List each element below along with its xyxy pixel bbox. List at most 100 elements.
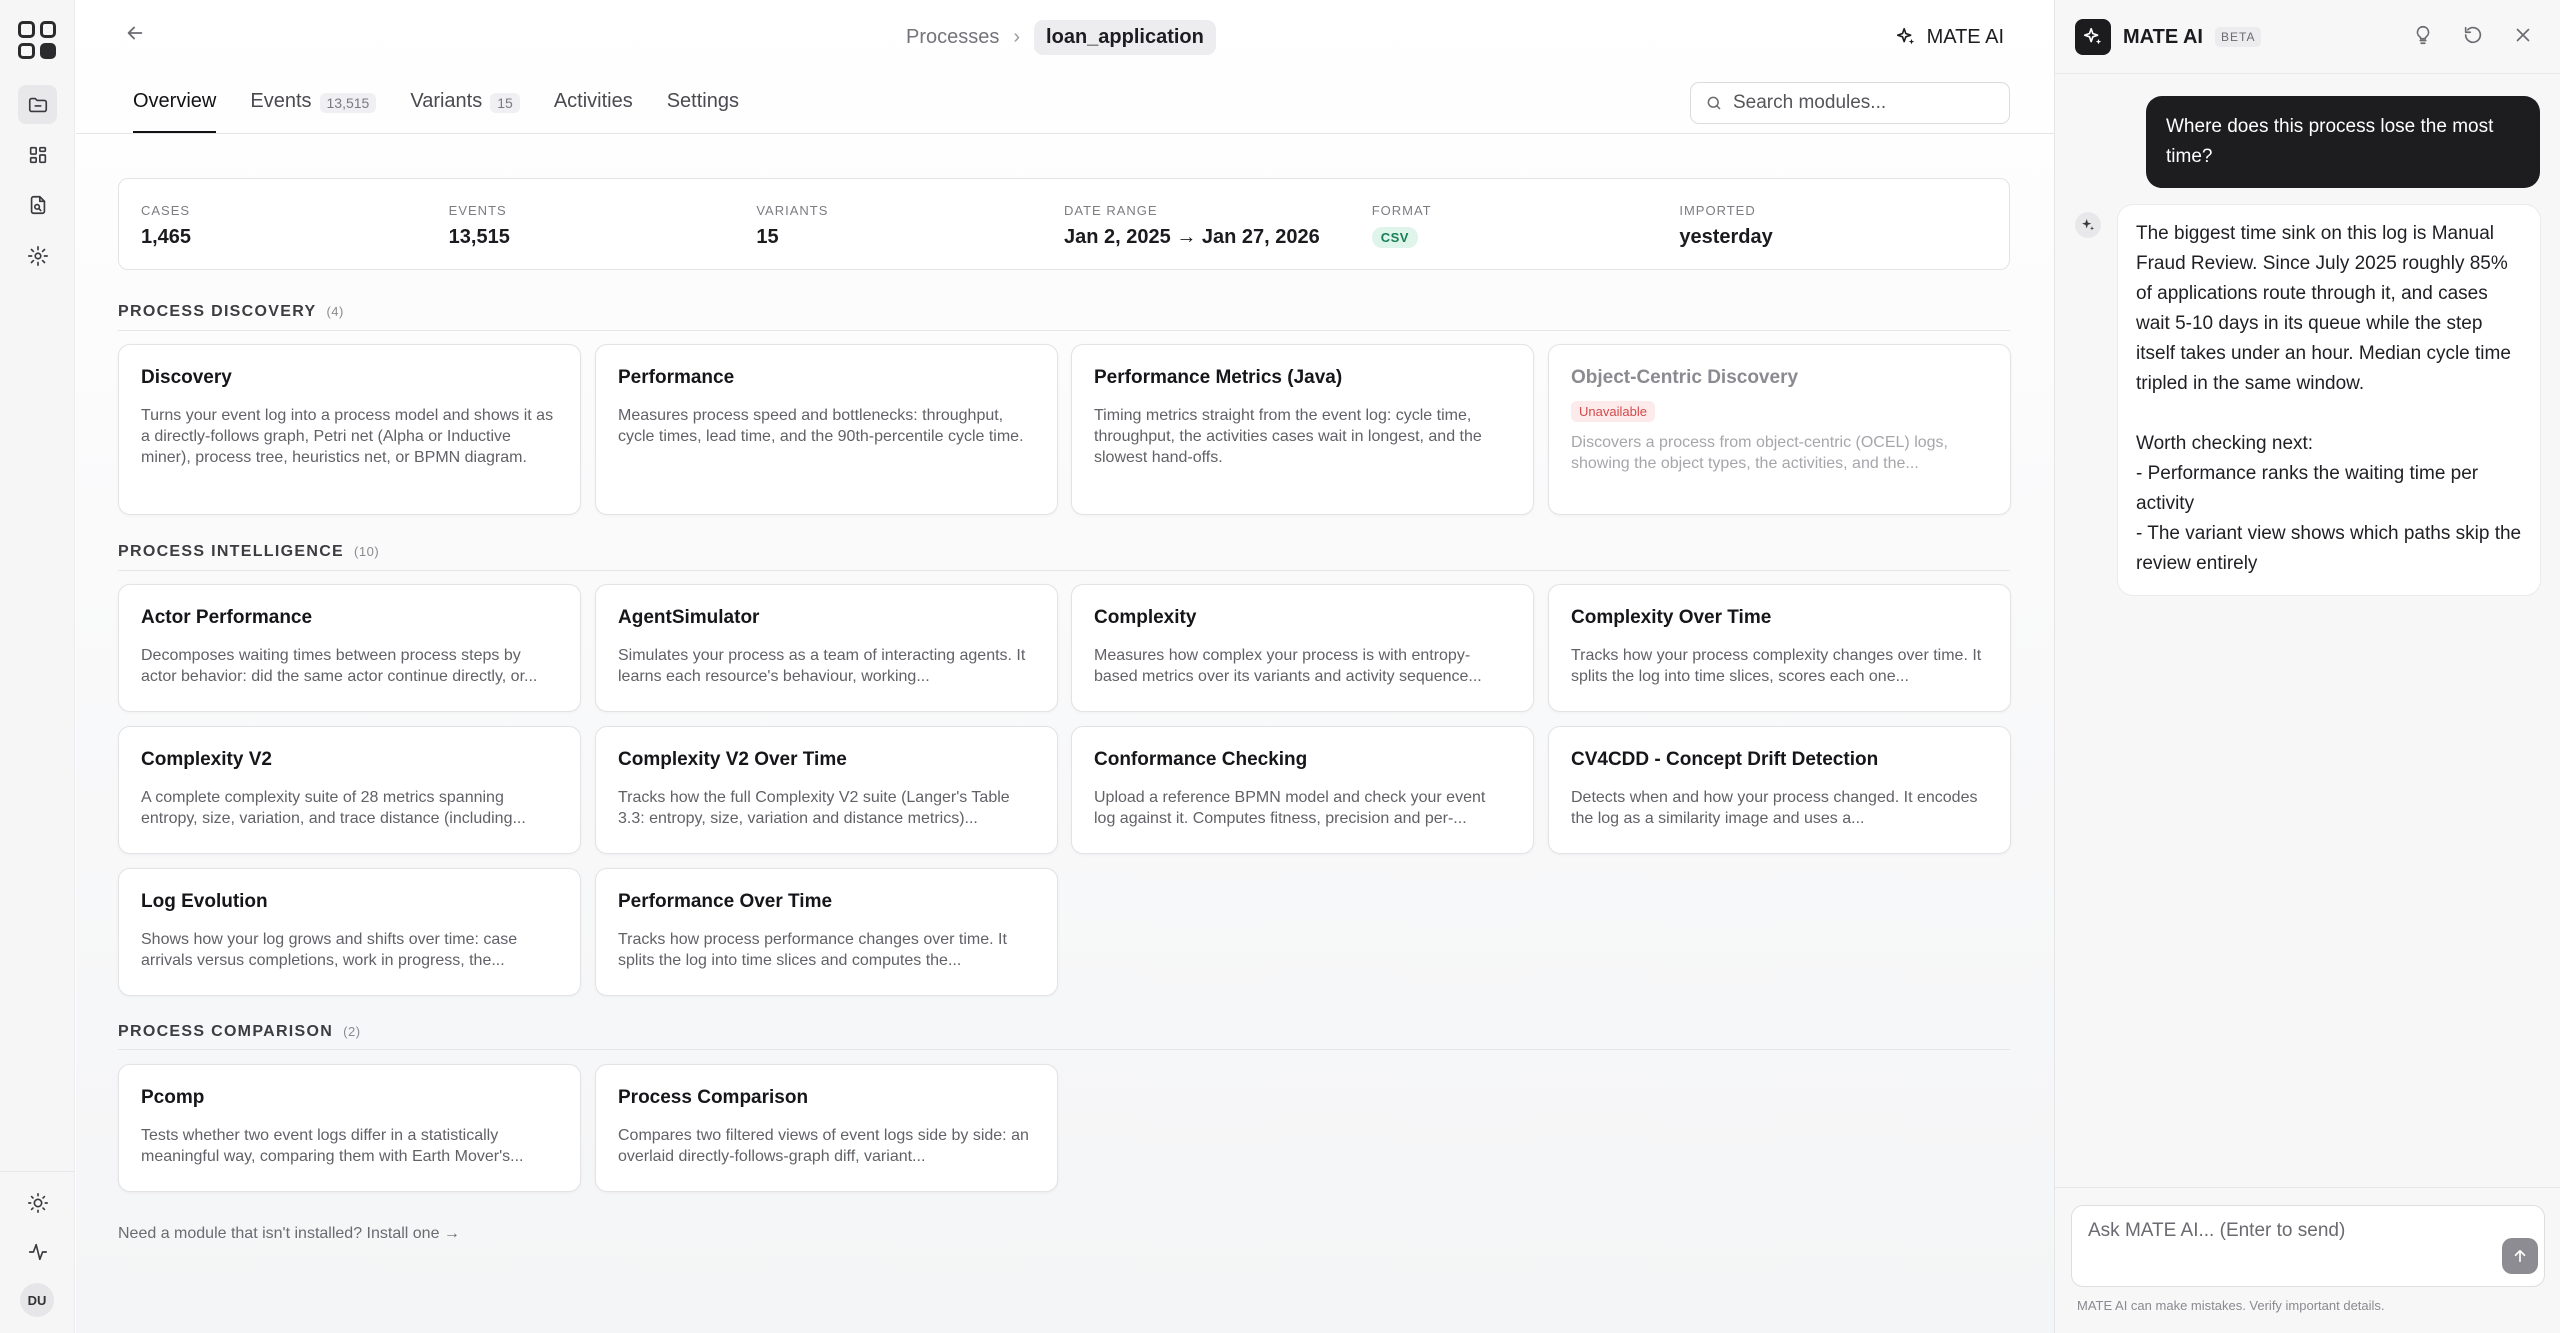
- stat-value: 13,515: [448, 226, 510, 248]
- module-card-performance-metrics-java[interactable]: Performance Metrics (Java) Timing metric…: [1071, 344, 1534, 515]
- search-input[interactable]: [1733, 92, 1993, 114]
- section-divider: [118, 330, 2010, 331]
- app-grid-icon[interactable]: [18, 21, 56, 59]
- card-title: Log Evolution: [141, 891, 268, 912]
- tab-variants[interactable]: Variants 15: [410, 84, 520, 134]
- install-module-link[interactable]: Need a module that isn't installed? Inst…: [118, 1225, 460, 1243]
- tab-activities[interactable]: Activities: [554, 84, 633, 134]
- card-description: Discovers a process from object-centric …: [1571, 434, 1948, 472]
- module-card-pcomp[interactable]: Pcomp Tests whether two event logs diffe…: [118, 1064, 581, 1192]
- disclaimer-text: MATE AI can make mistakes. Verify import…: [2077, 1298, 2385, 1313]
- file-search-icon[interactable]: [18, 185, 57, 224]
- panel-divider: [2055, 73, 2560, 74]
- lightbulb-icon[interactable]: [2412, 24, 2434, 46]
- module-card-complexity-over-time[interactable]: Complexity Over Time Tracks how your pro…: [1548, 584, 2011, 712]
- tab-events[interactable]: Events 13,515: [250, 84, 377, 134]
- close-icon[interactable]: [2512, 24, 2534, 46]
- stat-date-range: DATE RANGE Jan 2, 2025 → Jan 27, 2026: [1064, 203, 1372, 269]
- panel-header: MATE AI BETA: [2075, 18, 2262, 56]
- breadcrumb-processes-link[interactable]: Processes: [906, 26, 999, 49]
- ai-message-bullet: - The variant view shows which paths ski…: [2136, 523, 2522, 574]
- ai-message-bubble: The biggest time sink on this log is Man…: [2117, 204, 2541, 596]
- ai-message-paragraph: Worth checking next:: [2136, 433, 2314, 454]
- ai-avatar-icon: [2075, 212, 2101, 238]
- section-divider: [118, 570, 2010, 571]
- stat-value: 1,465: [141, 226, 192, 248]
- section-title-text: PROCESS DISCOVERY: [118, 303, 317, 320]
- card-description: Detects when and how your process change…: [1571, 789, 1978, 827]
- search-box[interactable]: [1690, 82, 2010, 124]
- module-card-conformance-checking[interactable]: Conformance Checking Upload a reference …: [1071, 726, 1534, 854]
- stat-imported: IMPORTED yesterday: [1679, 203, 1987, 269]
- search-icon: [1707, 96, 1721, 110]
- tab-label: Overview: [133, 90, 217, 112]
- avatar[interactable]: DU: [20, 1283, 54, 1317]
- section-count: (4): [326, 304, 344, 319]
- card-description: Tests whether two event logs differ in a…: [141, 1127, 524, 1165]
- rail-divider: [0, 1171, 75, 1172]
- card-description: Simulates your process as a team of inte…: [618, 647, 1026, 685]
- back-arrow-icon[interactable]: [124, 22, 152, 50]
- panel-footer-divider: [2055, 1187, 2560, 1188]
- module-card-object-centric-discovery: Object-Centric Discovery Unavailable Dis…: [1548, 344, 2011, 515]
- card-title: Complexity V2: [141, 749, 272, 770]
- mate-ai-button[interactable]: MATE AI: [1895, 22, 2004, 52]
- tab-label: Activities: [553, 90, 633, 112]
- breadcrumb-current: loan_application: [1034, 19, 1216, 55]
- card-title: Performance Over Time: [618, 891, 833, 912]
- card-description: Turns your event log into a process mode…: [141, 407, 554, 466]
- card-description: Tracks how process performance changes o…: [618, 931, 1007, 969]
- tab-bar: Overview Events 13,515 Variants 15 Activit…: [133, 84, 739, 134]
- sparkle-icon: [1896, 27, 1914, 45]
- module-card-process-comparison[interactable]: Process Comparison Compares two filtered…: [595, 1064, 1058, 1192]
- send-arrow-icon[interactable]: [2502, 1238, 2538, 1274]
- module-card-performance[interactable]: Performance Measures process speed and b…: [595, 344, 1058, 515]
- settings-gear-icon[interactable]: [18, 236, 57, 275]
- module-card-complexity[interactable]: Complexity Measures how complex your pro…: [1071, 584, 1534, 712]
- card-title: AgentSimulator: [618, 607, 760, 628]
- stat-cases: CASES 1,465: [141, 203, 449, 269]
- mate-ai-logo-icon: [2075, 19, 2111, 55]
- stat-variants: VARIANTS 15: [756, 203, 1064, 269]
- chat-input-box[interactable]: [2071, 1205, 2545, 1287]
- card-title: Actor Performance: [141, 607, 313, 628]
- stat-label: VARIANTS: [756, 203, 829, 218]
- module-card-performance-over-time[interactable]: Performance Over Time Tracks how process…: [595, 868, 1058, 996]
- stat-events: EVENTS 13,515: [449, 203, 757, 269]
- activity-icon[interactable]: [18, 1232, 57, 1271]
- tabs-divider: [76, 133, 2054, 134]
- card-description: Tracks how your process complexity chang…: [1571, 647, 1982, 685]
- module-card-log-evolution[interactable]: Log Evolution Shows how your log grows a…: [118, 868, 581, 996]
- chevron-right-icon: ›: [1013, 25, 1021, 48]
- folder-icon[interactable]: [18, 85, 57, 124]
- dashboard-icon[interactable]: [18, 135, 57, 174]
- panel-actions: [2412, 24, 2534, 46]
- module-card-complexity-v2[interactable]: Complexity V2 A complete complexity suit…: [118, 726, 581, 854]
- chat-input[interactable]: [2088, 1220, 2468, 1270]
- card-description: Shows how your log grows and shifts over…: [141, 931, 518, 969]
- module-card-actor-performance[interactable]: Actor Performance Decomposes waiting tim…: [118, 584, 581, 712]
- module-card-cv4cdd[interactable]: CV4CDD - Concept Drift Detection Detects…: [1548, 726, 2011, 854]
- stat-label: DATE RANGE: [1064, 203, 1158, 218]
- stat-label: CASES: [141, 203, 191, 218]
- card-title: Process Comparison: [618, 1087, 809, 1108]
- refresh-icon[interactable]: [2462, 24, 2484, 46]
- top-bar: Processes › loan_application MATE AI: [76, 0, 2054, 74]
- ai-message-bullet: - Performance ranks the waiting time per…: [2136, 463, 2479, 514]
- card-description: Compares two filtered views of event log…: [618, 1127, 1029, 1165]
- tab-overview[interactable]: Overview: [133, 84, 217, 134]
- module-card-agentsimulator[interactable]: AgentSimulator Simulates your process as…: [595, 584, 1058, 712]
- tab-settings[interactable]: Settings: [667, 84, 739, 134]
- section-count: (2): [343, 1024, 361, 1039]
- card-title: Complexity Over Time: [1571, 607, 1772, 628]
- stat-value: 15: [756, 226, 779, 248]
- module-card-discovery[interactable]: Discovery Turns your event log into a pr…: [118, 344, 581, 515]
- sun-icon[interactable]: [18, 1183, 57, 1222]
- beta-badge: BETA: [2215, 27, 2262, 47]
- card-description: Upload a reference BPMN model and check …: [1094, 789, 1486, 827]
- module-card-complexity-v2-over-time[interactable]: Complexity V2 Over Time Tracks how the f…: [595, 726, 1058, 854]
- stat-label: EVENTS: [448, 203, 507, 218]
- section-count: (10): [354, 544, 380, 559]
- ai-message-paragraph: The biggest time sink on this log is Man…: [2136, 223, 2511, 394]
- section-title-intelligence: PROCESS INTELLIGENCE (10): [118, 543, 379, 561]
